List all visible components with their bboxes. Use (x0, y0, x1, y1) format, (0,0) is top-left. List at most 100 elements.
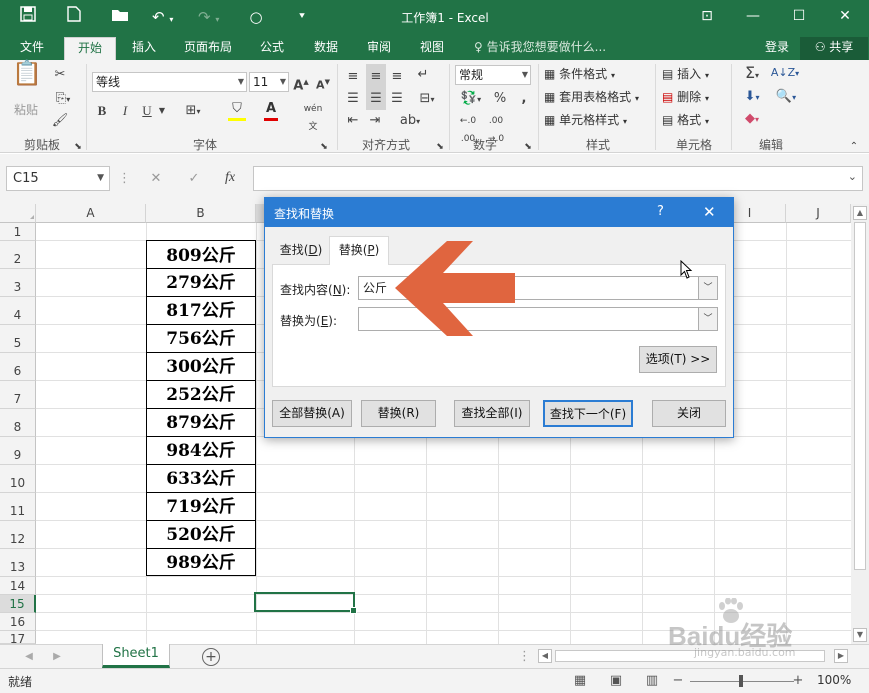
replace-button[interactable]: 替换(R) (361, 400, 436, 427)
tab-data[interactable]: 数据 (306, 37, 346, 60)
save-icon[interactable] (16, 6, 40, 28)
find-all-button[interactable]: 查找全部(I) (454, 400, 530, 427)
tab-replace[interactable]: 替换(P) (329, 236, 389, 265)
col-header-j[interactable]: J (786, 204, 851, 223)
dialog-close-icon[interactable]: ✕ (703, 203, 716, 221)
tell-me-box[interactable]: ♀ 告诉我您想要做什么... (474, 38, 606, 55)
col-header-a[interactable]: A (36, 204, 146, 223)
tab-page-layout[interactable]: 页面布局 (176, 37, 240, 60)
row-header-15[interactable]: 15 (0, 595, 36, 613)
increase-indent-icon[interactable]: ⇥ (366, 112, 384, 130)
scroll-up-icon[interactable]: ▲ (853, 206, 867, 220)
find-select-icon[interactable]: 🔍▾ (772, 88, 800, 107)
cell-b11[interactable]: 719公斤 (146, 493, 256, 521)
next-sheet-icon[interactable]: ▶ (50, 648, 64, 666)
autosum-icon[interactable]: Σ▾ (738, 64, 766, 85)
orientation-icon[interactable]: ab▾ (396, 112, 424, 131)
zoom-out-icon[interactable]: − (672, 672, 684, 690)
cell-b6[interactable]: 300公斤 (146, 353, 256, 381)
row-header-16[interactable]: 16 (0, 613, 36, 631)
row-header-9[interactable]: 9 (0, 437, 36, 465)
cell-b12[interactable]: 520公斤 (146, 521, 256, 549)
expand-formula-icon[interactable]: ⌄ (848, 170, 857, 183)
cell-b2[interactable]: 809公斤 (146, 240, 256, 269)
font-color-icon[interactable]: A (258, 100, 284, 121)
row-header-13[interactable]: 13 (0, 549, 36, 577)
grow-font-icon[interactable]: A▲ (293, 73, 309, 95)
number-format-combo[interactable]: 常规 ▼ (455, 65, 531, 85)
close-button[interactable]: ✕ (830, 5, 860, 27)
cell-b5[interactable]: 756公斤 (146, 325, 256, 353)
table-format-button[interactable]: ▦ 套用表格格式 ▾ (544, 87, 639, 107)
scroll-right-icon[interactable]: ▶ (834, 649, 848, 663)
clear-icon[interactable]: ◆▾ (738, 110, 766, 129)
dialog-title-bar[interactable]: 查找和替换 ? ✕ (265, 198, 733, 227)
new-file-icon[interactable] (62, 6, 86, 28)
shrink-font-icon[interactable]: A▼ (315, 73, 331, 95)
format-cells-button[interactable]: ▤ 格式 ▾ (662, 110, 709, 130)
font-name-combo[interactable]: 等线 ▼ (92, 72, 247, 92)
merge-center-icon[interactable]: ⊟▾ (412, 90, 442, 109)
chevron-down-icon[interactable]: ▼ (156, 102, 168, 120)
zoom-slider-thumb[interactable] (739, 675, 743, 687)
cell-b4[interactable]: 817公斤 (146, 297, 256, 325)
cut-icon[interactable]: ✂ (50, 66, 70, 84)
row-header-1[interactable]: 1 (0, 223, 36, 241)
row-header-14[interactable]: 14 (0, 577, 36, 595)
add-sheet-icon[interactable]: + (202, 648, 220, 666)
prev-sheet-icon[interactable]: ◀ (22, 648, 36, 666)
row-header-3[interactable]: 3 (0, 269, 36, 297)
cell-b13[interactable]: 989公斤 (146, 549, 256, 576)
row-header-5[interactable]: 5 (0, 325, 36, 353)
tab-insert[interactable]: 插入 (122, 37, 166, 60)
align-bottom-icon[interactable]: ≡ (388, 68, 406, 86)
scroll-down-icon[interactable]: ▼ (853, 628, 867, 642)
tab-find[interactable]: 查找(D) (273, 238, 329, 262)
fill-icon[interactable]: ⬇▾ (738, 88, 766, 107)
maximize-button[interactable]: ☐ (784, 5, 814, 27)
ribbon-display-icon[interactable]: ⊡ (692, 5, 722, 27)
replace-all-button[interactable]: 全部替换(A) (272, 400, 352, 427)
paste-button[interactable]: 粘贴 (14, 100, 38, 120)
normal-view-icon[interactable]: ▦ (572, 672, 588, 690)
borders-icon[interactable]: ⊞▾ (180, 102, 206, 121)
row-header-4[interactable]: 4 (0, 297, 36, 325)
copy-icon[interactable]: ⎘▾ (50, 90, 76, 109)
customize-toolbar-icon[interactable]: ⯆ (290, 6, 314, 28)
decrease-indent-icon[interactable]: ⇤ (344, 112, 362, 130)
page-break-view-icon[interactable]: ▥ (644, 672, 660, 690)
tab-review[interactable]: 审阅 (359, 37, 399, 60)
accounting-icon[interactable]: 💱▾ (456, 90, 486, 109)
scroll-thumb[interactable] (854, 222, 866, 570)
cell-b8[interactable]: 879公斤 (146, 409, 256, 437)
tab-splitter-icon[interactable]: ⋮ (518, 648, 531, 666)
insert-cells-button[interactable]: ▤ 插入 ▾ (662, 64, 709, 84)
row-header-6[interactable]: 6 (0, 353, 36, 381)
signin-link[interactable]: 登录 (752, 37, 802, 60)
conditional-format-button[interactable]: ▦ 条件格式 ▾ (544, 64, 615, 84)
tab-file[interactable]: 文件 (8, 37, 56, 60)
page-layout-view-icon[interactable]: ▣ (608, 672, 624, 690)
minimize-button[interactable]: — (738, 5, 768, 27)
formula-input[interactable]: ⌄ (253, 166, 863, 191)
row-header-8[interactable]: 8 (0, 409, 36, 437)
sort-filter-icon[interactable]: A↓Z▾ (770, 64, 800, 83)
align-middle-icon[interactable]: ≡ (366, 64, 386, 90)
row-header-10[interactable]: 10 (0, 465, 36, 493)
insert-function-button[interactable]: fx (220, 169, 240, 187)
percent-button[interactable]: % (492, 90, 508, 108)
delete-cells-button[interactable]: ▤ 删除 ▾ (662, 87, 709, 107)
format-painter-icon[interactable]: 🖌 (50, 112, 70, 130)
cell-styles-button[interactable]: ▦ 单元格样式 ▾ (544, 110, 627, 130)
phonetic-icon[interactable]: wén 文 (300, 100, 326, 136)
cell-b10[interactable]: 633公斤 (146, 465, 256, 493)
underline-button[interactable]: U (140, 102, 154, 120)
find-next-button[interactable]: 查找下一个(F) (543, 400, 633, 427)
cancel-entry-icon[interactable]: ✕ (146, 170, 166, 188)
chevron-down-icon[interactable]: ﹀ (698, 308, 717, 330)
bold-button[interactable]: B (95, 102, 109, 120)
row-header-12[interactable]: 12 (0, 521, 36, 549)
name-box[interactable]: C15 ▼ (6, 166, 110, 191)
align-center-icon[interactable]: ☰ (366, 88, 386, 110)
font-size-combo[interactable]: 11 ▼ (249, 72, 289, 92)
